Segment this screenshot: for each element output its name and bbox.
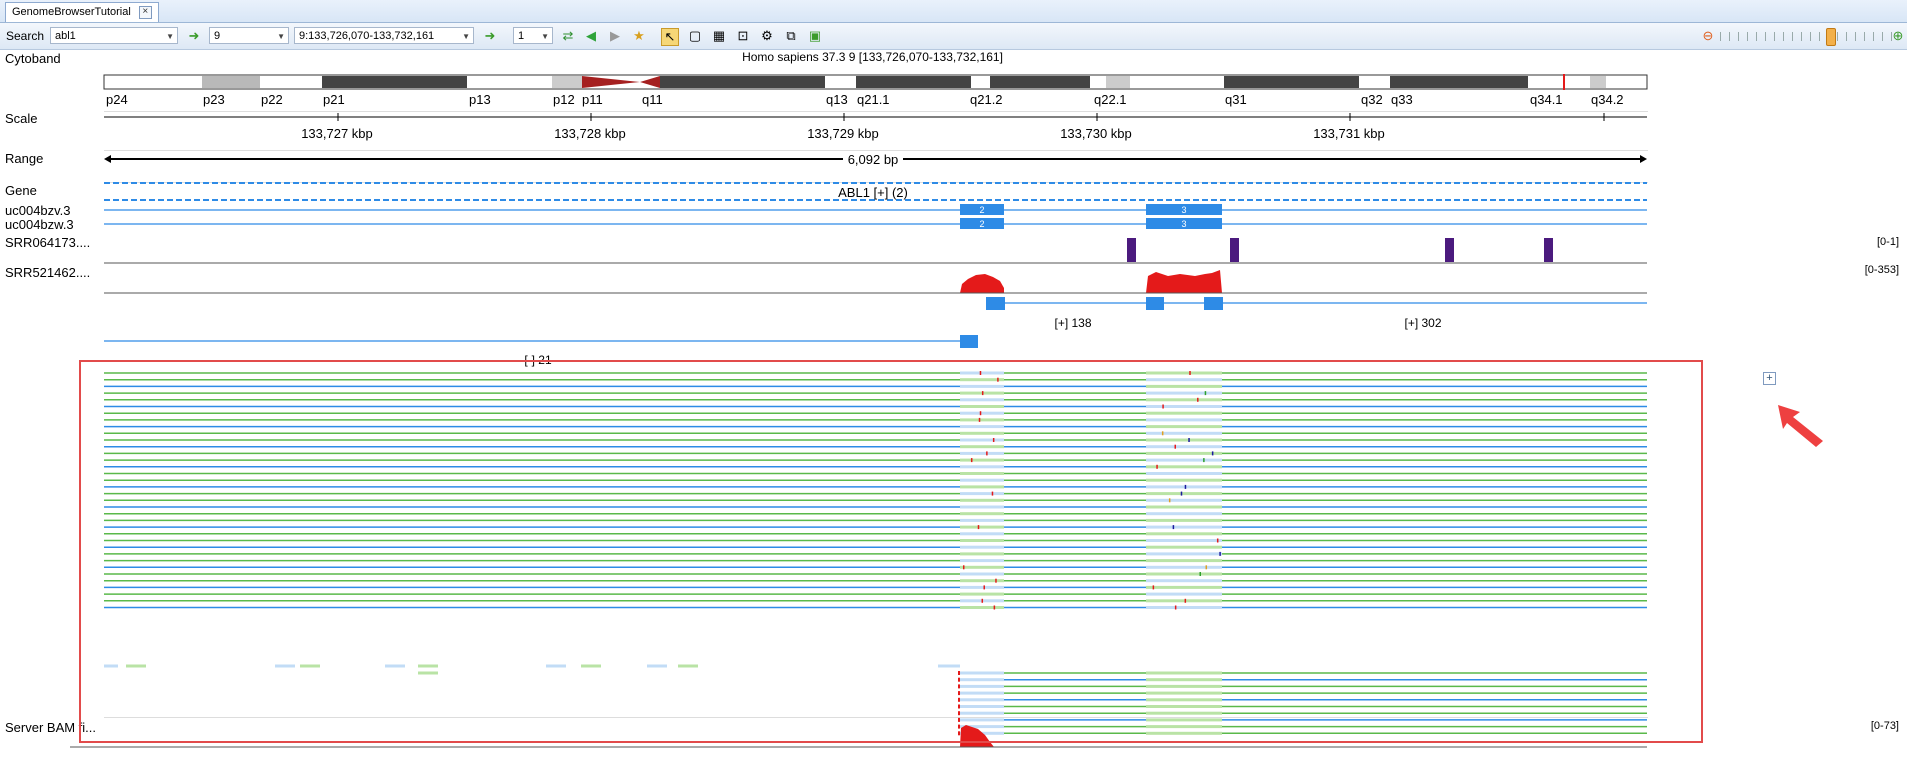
exon-label: 2 — [979, 205, 984, 215]
scale-tick-label: 133,731 kbp — [1313, 126, 1385, 141]
transcript-tracks[interactable]: 2 3 2 3 — [104, 204, 1647, 229]
scale-tick-label: 133,727 kbp — [301, 126, 373, 141]
cytoband-ideogram — [103, 74, 1648, 90]
highlight-box — [79, 360, 1703, 743]
scale-tick-label: 133,729 kbp — [807, 126, 879, 141]
cytoband-label: p13 — [469, 92, 491, 107]
cytoband-label: p22 — [261, 92, 283, 107]
cytoband-label: p11 — [582, 92, 603, 107]
cytoband-label: q32 — [1361, 92, 1383, 107]
exon-label: 2 — [979, 219, 984, 229]
cytoband-label: q33 — [1391, 92, 1413, 107]
range-text: 6,092 bp — [848, 152, 899, 167]
cytoband-labels: p24 p23 p22 p21 p13 p12 p11 q11 q13 q21.… — [106, 92, 1624, 107]
exon-label: 3 — [1181, 219, 1186, 229]
cytoband-label: q31 — [1225, 92, 1247, 107]
scale-ruler — [104, 113, 1647, 121]
gene-label: ABL1 [+] (2) — [838, 185, 908, 200]
cytoband-label: q34.1 — [1530, 92, 1563, 107]
expand-plus-button[interactable]: + — [1763, 372, 1776, 385]
srr521462-coverage — [104, 270, 1647, 294]
cytoband-label: p24 — [106, 92, 128, 107]
range-bar: 6,092 bp — [104, 152, 1647, 167]
exon-label: 3 — [1181, 205, 1186, 215]
srr064173-coverage — [104, 238, 1647, 264]
cytoband-label: p21 — [323, 92, 345, 107]
cytoband-label: p23 — [203, 92, 225, 107]
feature-groups[interactable]: [+] 138 [+] 302 [-] 21 — [104, 297, 1647, 367]
group-label: [+] 138 — [1054, 316, 1091, 330]
cytoband-label: q21.2 — [970, 92, 1003, 107]
cytoband-label: p12 — [553, 92, 575, 107]
scale-tick-label: 133,728 kbp — [554, 126, 626, 141]
group-label: [+] 302 — [1404, 316, 1441, 330]
gene-track[interactable]: ABL1 [+] (2) — [104, 182, 1647, 201]
cytoband-label: q21.1 — [857, 92, 890, 107]
cytoband-label: q34.2 — [1591, 92, 1624, 107]
scale-tick-label: 133,730 kbp — [1060, 126, 1132, 141]
pointer-arrow-annotation — [1778, 405, 1823, 447]
cytoband-label: q11 — [642, 92, 663, 107]
cytoband-label: q13 — [826, 92, 848, 107]
cytoband-label: q22.1 — [1094, 92, 1127, 107]
